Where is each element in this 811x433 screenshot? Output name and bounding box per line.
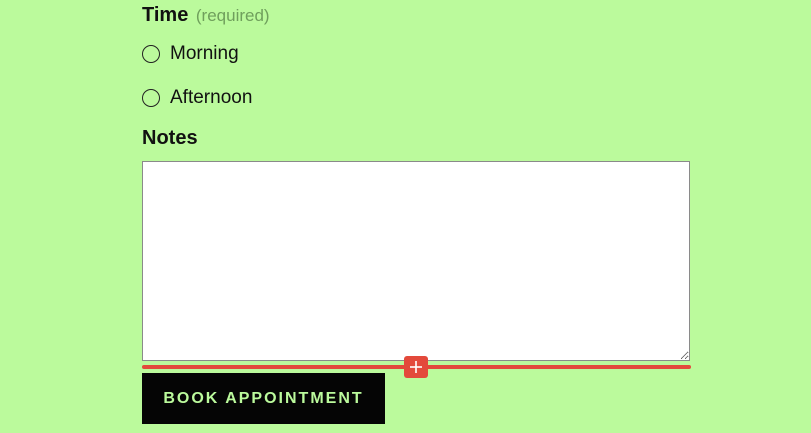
radio-button-morning[interactable] [142,45,160,63]
radio-button-afternoon[interactable] [142,89,160,107]
required-indicator: (required) [195,6,270,25]
notes-field-label: Notes [142,127,198,150]
notes-textarea[interactable] [142,161,690,361]
add-block-button[interactable] [404,356,428,378]
time-label-text: Time [142,4,189,26]
book-appointment-button[interactable]: BOOK APPOINTMENT [142,373,385,424]
radio-label-afternoon[interactable]: Afternoon [170,87,252,109]
time-field-label: Time (required) [142,4,270,27]
plus-icon [410,361,422,373]
notes-label-text: Notes [142,127,198,149]
radio-option-afternoon[interactable]: Afternoon [142,87,252,109]
radio-option-morning[interactable]: Morning [142,43,239,65]
radio-label-morning[interactable]: Morning [170,43,239,65]
